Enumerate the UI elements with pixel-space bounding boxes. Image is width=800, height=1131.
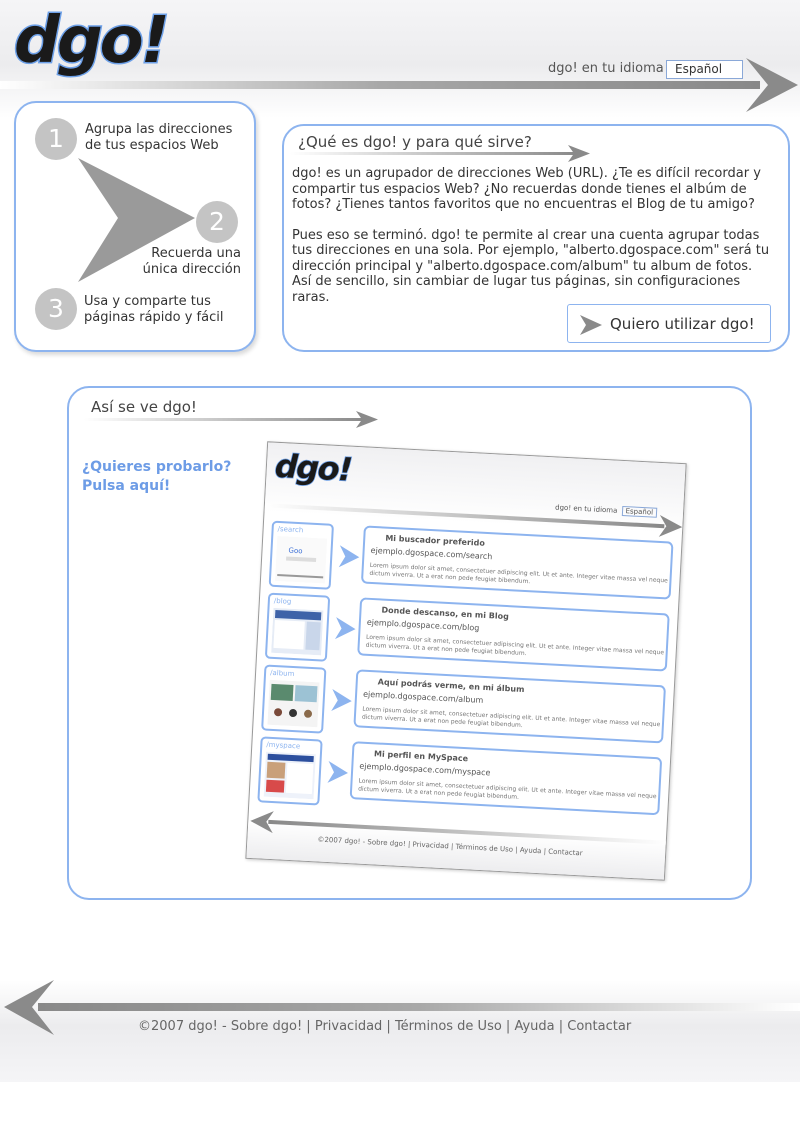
- footer-separator: |: [382, 1019, 395, 1034]
- about-paragraph-1: dgo! es un agrupador de direcciones Web …: [292, 166, 761, 212]
- preview-logo-text: dgo!: [274, 447, 352, 489]
- step-2-circle: 2: [196, 201, 238, 243]
- preview-row-url: ejemplo.dgospace.com/blog: [366, 617, 480, 633]
- preview-row-desc: Lorem ipsum dolor sit amet, consectetuer…: [361, 705, 661, 730]
- about-title-arrow: [290, 145, 590, 162]
- preview-row-title: Mi perfil en MySpace: [373, 749, 469, 764]
- footer-links: ©2007 dgo! - Sobre dgo! | Privacidad | T…: [138, 1019, 631, 1034]
- preview-row-card: Mi perfil en MySpace ejemplo.dgospace.co…: [349, 741, 663, 816]
- use-dgo-button[interactable]: Quiero utilizar dgo!: [567, 304, 771, 343]
- step-1-line2: de tus espacios Web: [85, 138, 219, 153]
- footer-link-contact[interactable]: Contactar: [567, 1019, 631, 1034]
- preview-logo: dgo!: [273, 447, 353, 490]
- footer-link-privacy[interactable]: Privacidad: [315, 1019, 382, 1034]
- step-2-text: Recuerda una única dirección: [140, 246, 241, 278]
- language-label: dgo! en tu idioma: [548, 61, 664, 76]
- step-2-line2: única dirección: [142, 262, 241, 277]
- about-body: dgo! es un agrupador de direcciones Web …: [292, 166, 772, 320]
- search-page-thumbnail: Goo: [274, 535, 328, 584]
- preview-row-url: ejemplo.dgospace.com/search: [370, 545, 493, 562]
- footer-separator: |: [554, 1019, 568, 1034]
- step-3-line1: Usa y comparte tus: [84, 294, 211, 309]
- footer-link-terms[interactable]: Términos de Uso: [395, 1019, 502, 1034]
- blog-page-thumbnail: [271, 607, 324, 656]
- step-1-line1: Agrupa las direcciones: [85, 122, 233, 137]
- footer-separator: |: [302, 1019, 315, 1034]
- footer-separator: |: [501, 1019, 515, 1034]
- preview-row-desc: Lorem ipsum dolor sit amet, consectetuer…: [365, 633, 665, 658]
- preview-row-url: ejemplo.dgospace.com/myspace: [359, 761, 491, 778]
- footer-link-about[interactable]: Sobre dgo!: [231, 1019, 302, 1034]
- preview-row-url: ejemplo.dgospace.com/album: [362, 689, 484, 705]
- preview-thumb-label: /search: [277, 524, 304, 535]
- preview-row-desc: Lorem ipsum dolor sit amet, consectetuer…: [357, 777, 657, 801]
- step-3-circle: 3: [35, 288, 77, 330]
- preview-screenshot-frame: dgo! dgo! en tu idioma Español /search G…: [245, 441, 687, 881]
- try-it-line1: ¿Quieres probarlo?: [82, 459, 232, 475]
- chevron-right-icon: [334, 617, 356, 640]
- preview-row-title: Mi buscador preferido: [385, 533, 486, 548]
- step-3-text: Usa y comparte tus páginas rápido y fáci…: [84, 294, 223, 326]
- footer-copyright: ©2007 dgo! -: [138, 1019, 231, 1034]
- chevron-right-icon: [338, 545, 360, 568]
- preview-thumb-label: /blog: [273, 596, 292, 606]
- preview-title-arrow: [84, 411, 378, 428]
- chevron-right-icon: [580, 315, 602, 335]
- step-3-line2: páginas rápido y fácil: [84, 310, 224, 325]
- preview-thumb: /search Goo: [268, 520, 334, 590]
- svg-text:Goo: Goo: [288, 547, 302, 556]
- preview-thumb: /album: [261, 664, 327, 734]
- preview-row-card: Mi buscador preferido ejemplo.dgospace.c…: [360, 525, 674, 600]
- preview-thumb-label: /album: [269, 668, 295, 679]
- about-paragraph-2: Pues eso se terminó. dgo! te permite al …: [292, 227, 770, 305]
- preview-thumb: /blog: [264, 592, 331, 662]
- preview-thumb-label: /myspace: [266, 740, 301, 751]
- step-1-circle: 1: [35, 118, 77, 160]
- footer-link-help[interactable]: Ayuda: [514, 1019, 554, 1034]
- album-page-thumbnail: [267, 679, 320, 728]
- preview-row-card: Donde descanso, en mi Blog ejemplo.dgosp…: [357, 597, 670, 672]
- myspace-page-thumbnail: [263, 751, 316, 800]
- preview-thumb: /myspace: [257, 736, 323, 806]
- preview-row-myspace: /myspace Mi perfil en MySpace ejemplo.dg…: [249, 736, 670, 824]
- language-select[interactable]: Español: [666, 60, 743, 79]
- logo-text: dgo!: [14, 4, 167, 78]
- use-dgo-button-label: Quiero utilizar dgo!: [610, 315, 755, 333]
- try-it-line2: Pulsa aquí!: [82, 478, 171, 494]
- dgo-preview-screenshot[interactable]: dgo! dgo! en tu idioma Español /search G…: [238, 441, 692, 881]
- try-it-link[interactable]: ¿Quieres probarlo? Pulsa aquí!: [82, 458, 231, 496]
- preview-row-desc: Lorem ipsum dolor sit amet, consectetuer…: [369, 561, 668, 586]
- chevron-right-icon: [331, 689, 352, 712]
- step-2-line1: Recuerda una: [151, 246, 241, 261]
- preview-row-card: Aquí podrás verme, en mi álbum ejemplo.d…: [353, 669, 666, 744]
- dgo-logo[interactable]: dgo!: [12, 4, 222, 84]
- chevron-right-icon: [327, 760, 348, 783]
- step-1-text: Agrupa las direcciones de tus espacios W…: [85, 122, 232, 154]
